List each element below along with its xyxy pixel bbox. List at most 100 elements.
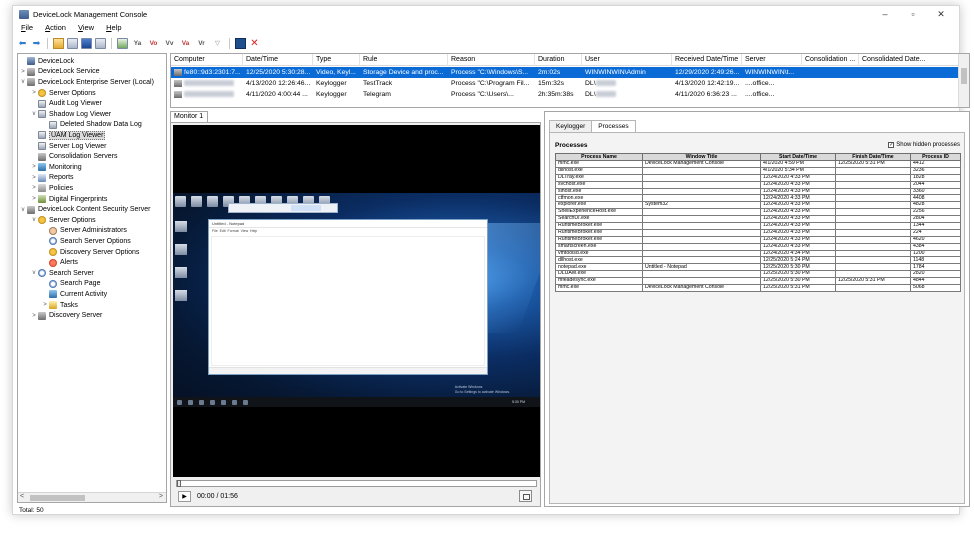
table-row[interactable]: mmc.exe DeviceLock Management Console 4/1/… (555, 160, 961, 168)
tree-item[interactable]: UAM Log Viewer (30, 130, 106, 141)
collapse-icon[interactable]: v (19, 207, 27, 213)
maximize-button[interactable]: ▫ (899, 6, 927, 22)
tree-item[interactable]: Search Server Options (41, 236, 131, 247)
tree-item[interactable]: v DeviceLock Enterprise Server (Local) (19, 77, 154, 88)
tree-item[interactable]: > Server Options (30, 88, 96, 99)
tree-item[interactable]: Alerts (41, 257, 78, 268)
scroll-thumb[interactable] (961, 68, 967, 84)
filter-b-icon[interactable]: Vo (147, 38, 160, 49)
expand-icon[interactable]: > (30, 185, 38, 191)
tree-item[interactable]: v Shadow Log Viewer (30, 109, 111, 120)
tree-item[interactable]: v DeviceLock Content Security Server (19, 204, 150, 215)
table-row[interactable]: 4/11/2020 4:00:44 ... Keylogger Telegram Pr… (171, 89, 959, 100)
close-button[interactable]: ✕ (927, 6, 955, 22)
scroll-right-icon[interactable]: > (159, 493, 163, 500)
column-header[interactable]: Consolidation ... (802, 54, 859, 66)
table-row[interactable]: 4/13/2020 12:26:46... Keylogger TestTrack P… (171, 78, 959, 89)
column-header[interactable]: Received Date/Time (672, 54, 742, 66)
tree-item[interactable]: v Search Server (30, 268, 94, 279)
expand-icon[interactable]: > (19, 69, 27, 75)
scroll-left-icon[interactable]: < (20, 493, 24, 500)
collapse-icon[interactable]: v (30, 217, 38, 223)
menu-help[interactable]: Help (104, 23, 123, 35)
tree-item[interactable]: Current Activity (41, 289, 107, 300)
column-header[interactable]: Rule (360, 54, 448, 66)
tree-item[interactable]: Server Administrators (41, 226, 127, 237)
tree-item[interactable]: v Server Options (30, 215, 96, 226)
expand-icon[interactable]: > (30, 196, 38, 202)
expand-icon[interactable]: > (41, 302, 49, 308)
refresh-icon[interactable] (117, 37, 128, 49)
column-header[interactable]: Start Date/Time (760, 153, 836, 161)
table-row[interactable]: smartscreen.exe 12/24/2020 4:33 PM 4384 (555, 242, 961, 251)
menu-action[interactable]: Action (43, 23, 68, 35)
column-header[interactable]: User (582, 54, 672, 66)
tree-item[interactable]: > Reports (30, 173, 74, 184)
export-list-icon[interactable] (95, 37, 106, 49)
expand-icon[interactable]: > (30, 90, 38, 96)
tree-item[interactable]: > Tasks (41, 300, 78, 311)
tree-item[interactable]: > Digital Fingerprints (30, 194, 107, 205)
filter-d-icon[interactable]: Va (179, 38, 192, 49)
filter-c-icon[interactable]: Vv (163, 38, 176, 49)
table-row[interactable]: dllhost.exe 12/25/2020 5:24 PM 1148 (555, 256, 961, 265)
fullscreen-button[interactable] (519, 490, 532, 502)
show-hide-tree-icon[interactable] (67, 37, 78, 49)
table-row[interactable]: ShellExperienceHost.exe 12/24/2020 4:33 P… (555, 208, 961, 217)
table-row[interactable]: SearchUI.exe 12/24/2020 4:33 PM 2804 (555, 215, 961, 224)
expand-icon[interactable]: > (30, 164, 38, 170)
column-header[interactable]: Finish Date/Time (835, 153, 911, 161)
table-row[interactable]: dllhost.exe 4/1/2020 5:34 PM 3236 (555, 166, 961, 175)
properties-icon[interactable] (81, 37, 92, 49)
column-header[interactable]: Date/Time (243, 54, 313, 66)
menu-file[interactable]: File (19, 23, 35, 35)
tree-item[interactable]: Search Page (41, 279, 100, 290)
column-header[interactable]: Duration (535, 54, 582, 66)
table-row[interactable]: vmtoolsd.exe 12/24/2020 4:34 PM 1200 (555, 249, 961, 258)
tree-item[interactable]: Deleted Shadow Data Log (41, 120, 142, 131)
show-hidden-processes[interactable]: ✓ Show hidden processes (888, 142, 960, 148)
table-row[interactable]: RuntimeBroker.exe 12/24/2020 4:33 PM 1344 (555, 222, 961, 230)
tree-item[interactable]: DeviceLock (19, 56, 74, 67)
table-row[interactable]: mmc.exe DeviceLock Management Console 12/2… (555, 284, 961, 292)
column-header[interactable]: Server (742, 54, 802, 66)
tree-item[interactable]: > Policies (30, 183, 73, 194)
column-header[interactable]: Type (313, 54, 360, 66)
column-header[interactable]: Consolidated Date... (859, 54, 959, 66)
table-row[interactable]: explorer.exe System32 12/24/2020 4:33 PM 48… (555, 201, 961, 210)
column-header[interactable]: Reason (448, 54, 535, 66)
tree-item[interactable]: > Monitoring (30, 162, 82, 173)
back-arrow-icon[interactable]: ⬅ (17, 38, 28, 49)
column-header[interactable]: Process Name (555, 153, 643, 161)
tree-item[interactable]: Server Log Viewer (30, 141, 106, 152)
table-row[interactable]: DLUAM.exe 12/25/2020 5:30 PM 2820 (555, 270, 961, 279)
menu-view[interactable]: View (76, 23, 96, 35)
filter-a-icon[interactable]: Ya (131, 38, 144, 49)
tree-item[interactable]: > Discovery Server (30, 310, 102, 321)
grid-vertical-scrollbar[interactable] (958, 54, 969, 107)
scroll-thumb[interactable] (30, 495, 85, 501)
delete-icon[interactable]: ✕ (249, 38, 260, 49)
table-row[interactable]: DLTray.exe 12/24/2020 4:33 PM 1828 (555, 173, 961, 182)
table-row[interactable]: notepad.exe Untitled - Notepad 12/25/2020 … (555, 263, 961, 272)
expand-icon[interactable]: > (30, 313, 38, 319)
column-header[interactable]: Computer (171, 54, 243, 66)
collapse-icon[interactable]: v (19, 79, 27, 85)
seek-knob[interactable] (177, 480, 181, 487)
collapse-icon[interactable]: v (30, 270, 38, 276)
table-row[interactable]: mfeadesync.exe 12/25/2020 5:30 PM 12/25/20… (555, 277, 961, 286)
filter-e-icon[interactable]: Vr (195, 38, 208, 49)
column-header[interactable]: Process ID (910, 153, 961, 161)
filter-off-icon[interactable]: ▽ (211, 38, 224, 49)
show-hidden-checkbox[interactable]: ✓ (888, 142, 895, 148)
tree-item[interactable]: > DeviceLock Service (19, 67, 99, 78)
tree-item[interactable]: Discovery Server Options (41, 247, 139, 258)
seek-bar[interactable] (176, 480, 537, 487)
table-row[interactable]: RuntimeBroker.exe 12/24/2020 4:33 PM 224 (555, 228, 961, 237)
tab-keylogger[interactable]: Keylogger (549, 120, 593, 132)
collapse-icon[interactable]: v (30, 111, 38, 117)
table-row[interactable]: fe80::9d3:2301:7... 12/25/2020 5:30:28...… (171, 67, 959, 78)
table-row[interactable]: ctfmon.exe 12/24/2020 4:33 PM 4408 (555, 194, 961, 203)
tab-monitor-1[interactable]: Monitor 1 (170, 111, 208, 122)
expand-icon[interactable]: > (30, 175, 38, 181)
